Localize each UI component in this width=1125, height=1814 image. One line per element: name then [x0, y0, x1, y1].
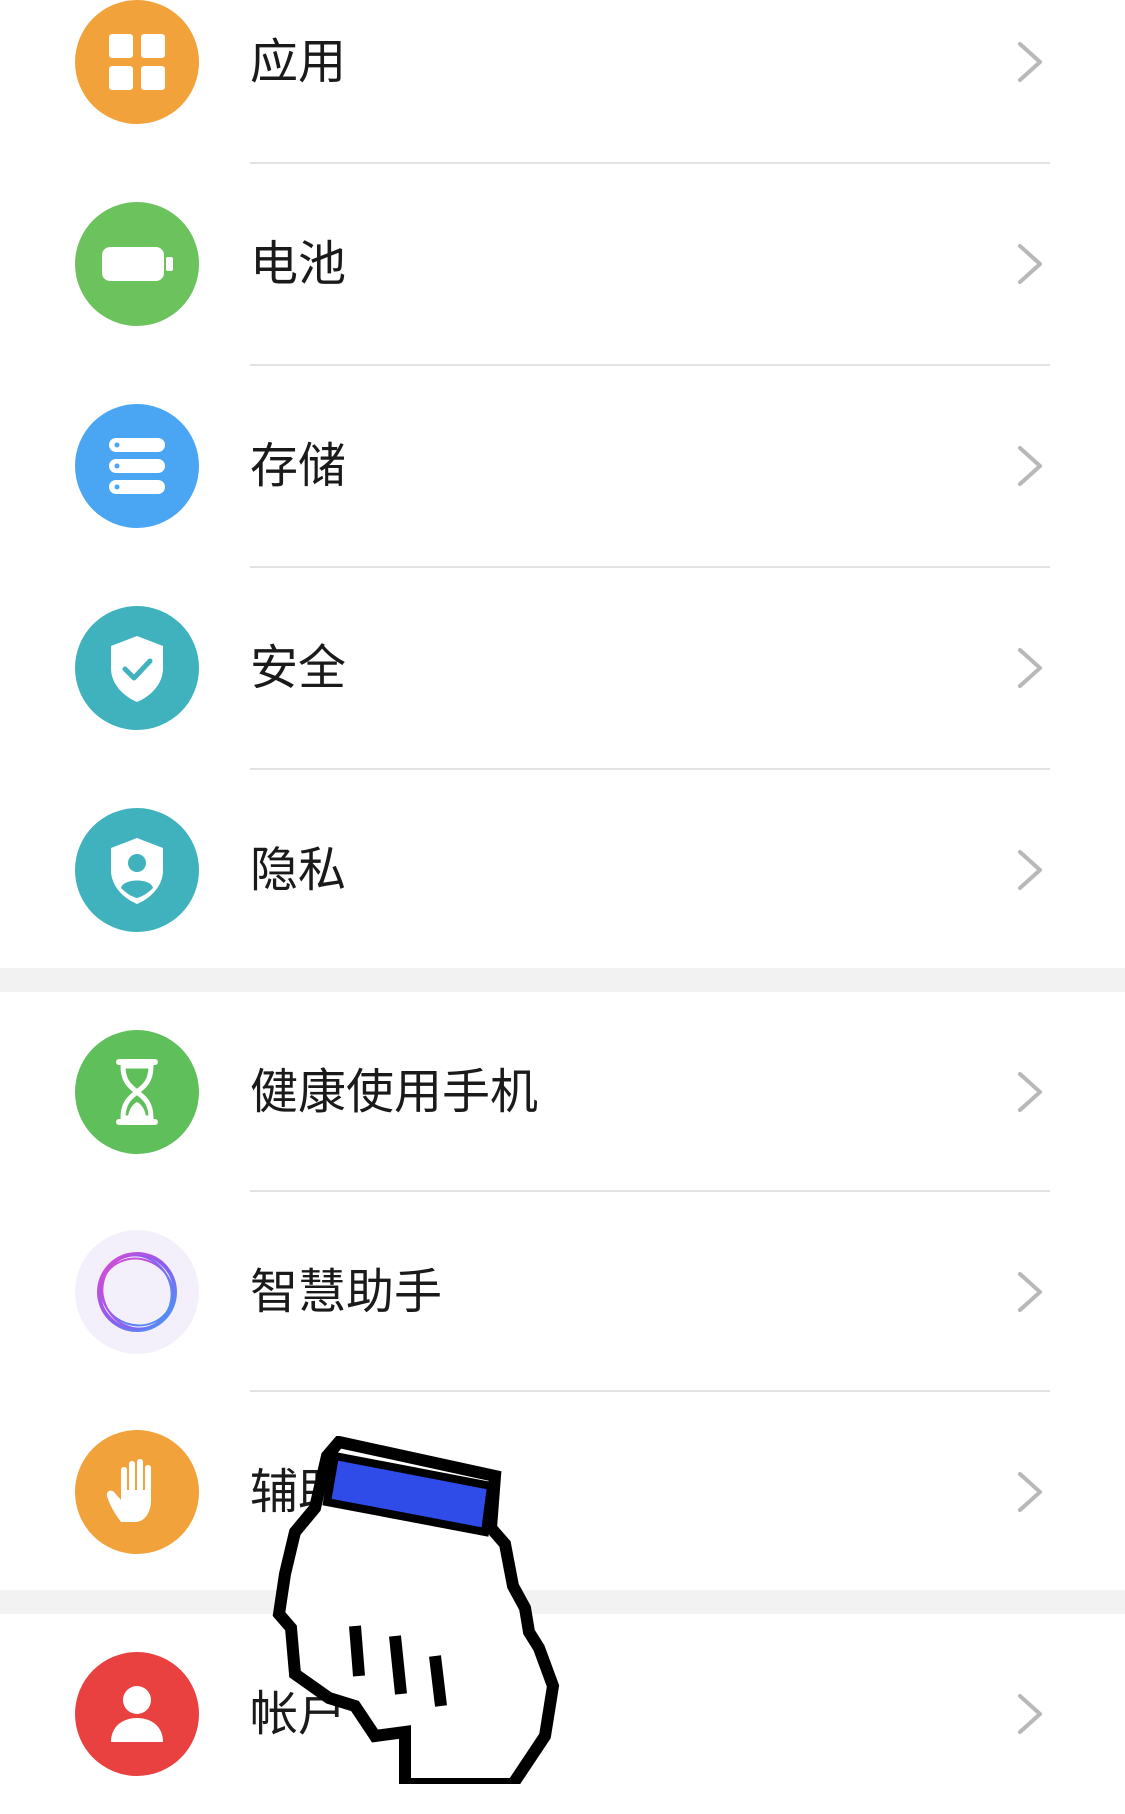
account-icon: [75, 1652, 199, 1776]
settings-item-label: 电池: [250, 236, 347, 292]
settings-item-label: 健康使用手机: [250, 1064, 539, 1120]
settings-item-label: 应用: [250, 34, 347, 90]
settings-item-apps[interactable]: 应用: [0, 0, 1125, 162]
settings-item-battery[interactable]: 电池: [0, 164, 1125, 364]
security-shield-icon: [75, 606, 199, 730]
chevron-right-icon: [1018, 850, 1042, 890]
settings-item-label: 隐私: [250, 842, 347, 898]
settings-item-digital-balance[interactable]: 健康使用手机: [0, 992, 1125, 1192]
group-separator: [0, 968, 1125, 992]
apps-icon: [75, 0, 199, 124]
settings-item-label: 安全: [250, 640, 347, 696]
hourglass-icon: [75, 1030, 199, 1154]
pixel-hand-cursor-icon: [272, 1436, 560, 1784]
settings-item-label: 智慧助手: [250, 1264, 443, 1320]
storage-icon: [75, 404, 199, 528]
chevron-right-icon: [1018, 446, 1042, 486]
chevron-right-icon: [1018, 1072, 1042, 1112]
privacy-shield-icon: [75, 808, 199, 932]
battery-icon: [75, 202, 199, 326]
chevron-right-icon: [1018, 1472, 1042, 1512]
assistant-orb-icon: [75, 1230, 199, 1354]
settings-item-label: 存储: [250, 438, 347, 494]
settings-item-privacy[interactable]: 隐私: [0, 770, 1125, 970]
chevron-right-icon: [1018, 1272, 1042, 1312]
chevron-right-icon: [1018, 244, 1042, 284]
chevron-right-icon: [1018, 42, 1042, 82]
chevron-right-icon: [1018, 648, 1042, 688]
settings-item-security[interactable]: 安全: [0, 568, 1125, 768]
settings-item-storage[interactable]: 存储: [0, 366, 1125, 566]
hand-icon: [75, 1430, 199, 1554]
settings-item-smart-assistant[interactable]: 智慧助手: [0, 1192, 1125, 1392]
chevron-right-icon: [1018, 1694, 1042, 1734]
